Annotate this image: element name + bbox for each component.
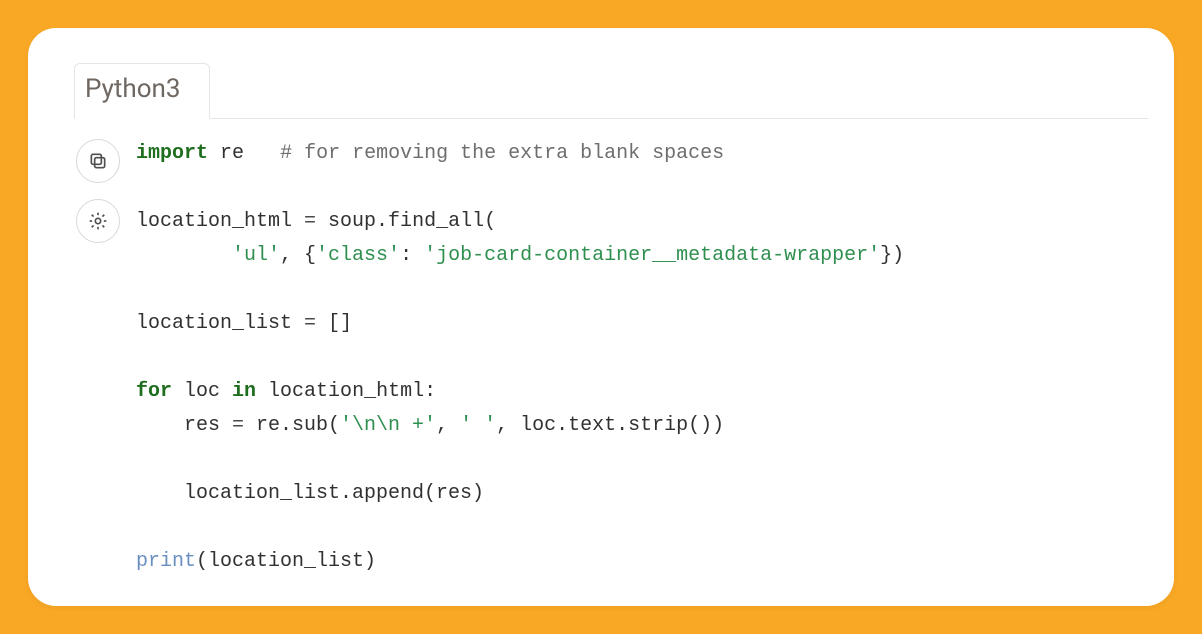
dict-open: , { [280,244,316,267]
call-append: location_list.append(res) [136,482,484,505]
var-location-html: location_html [136,210,304,233]
sun-icon [88,211,108,231]
tab-strip: Python3 [74,62,1148,119]
var-location-list: location_list [136,312,304,335]
indent [136,244,232,267]
call-find-all: soup.find_all( [316,210,496,233]
code-card: Python3 [28,28,1174,606]
tab-python3[interactable]: Python3 [74,63,210,119]
rest-resub: , loc.text.strip()) [496,414,724,437]
copy-button[interactable] [76,139,120,183]
brightness-button[interactable] [76,199,120,243]
action-column [74,137,122,243]
comment: # for removing the extra blank spaces [280,142,724,165]
print-arg: (location_list) [196,550,376,573]
code-area: import re # for removing the extra blank… [74,137,1154,579]
str-jcc: 'job-card-container__metadata-wrapper' [424,244,880,267]
kw-import: import [136,142,208,165]
iter-target: location_html: [256,380,436,403]
colon: : [400,244,424,267]
kw-in: in [232,380,256,403]
call-resub: re.sub( [244,414,340,437]
comma1: , [436,414,460,437]
op-eq2: = [304,312,316,335]
fn-print: print [136,550,196,573]
empty-list: [] [316,312,352,335]
str-space: ' ' [460,414,496,437]
mod-re: re [220,142,244,165]
copy-icon [88,151,108,171]
op-eq: = [304,210,316,233]
op-eq3: = [232,414,244,437]
code-block[interactable]: import re # for removing the extra blank… [136,137,904,579]
dict-close: }) [880,244,904,267]
var-loc: loc [172,380,232,403]
str-ul: 'ul' [232,244,280,267]
kw-for: for [136,380,172,403]
str-class: 'class' [316,244,400,267]
str-pat: '\n\n +' [340,414,436,437]
var-res: res [136,414,232,437]
